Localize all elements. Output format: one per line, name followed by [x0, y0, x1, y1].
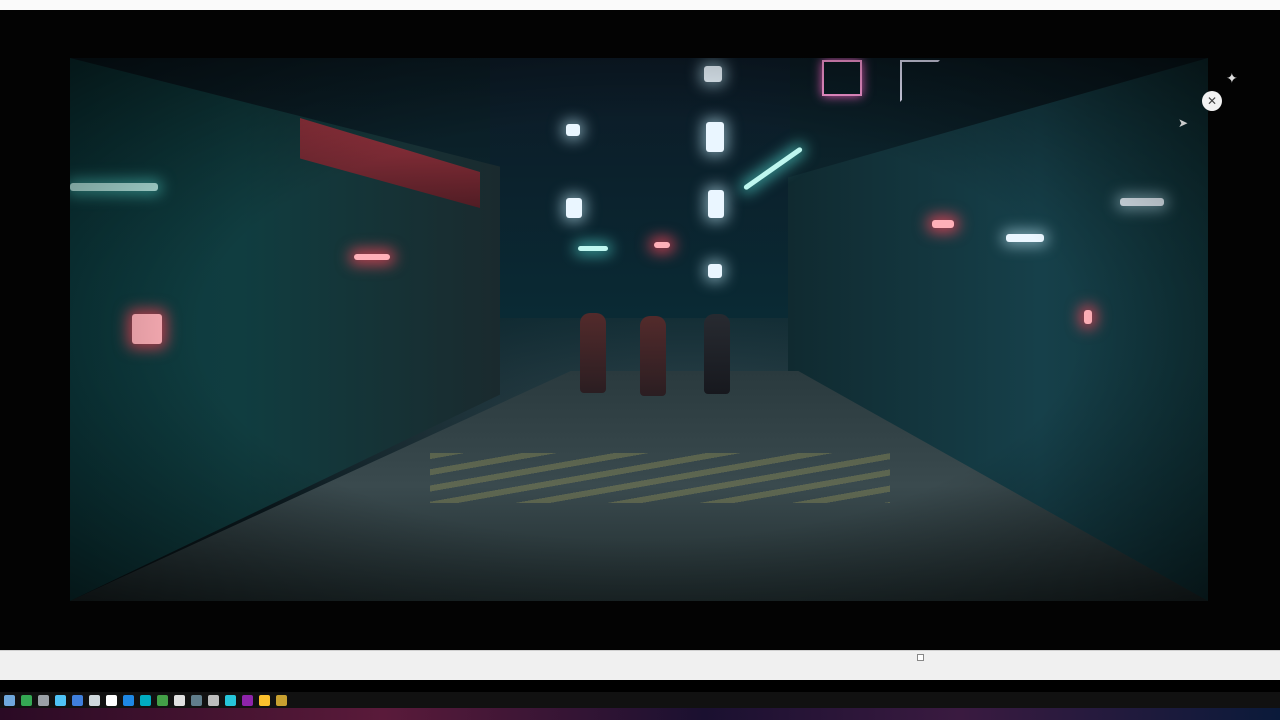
app-icon[interactable]: [140, 694, 151, 706]
app-icon[interactable]: [208, 694, 219, 706]
app-icon[interactable]: [276, 694, 287, 706]
scene-vignette: [70, 58, 1208, 601]
window-bottom-bar: [0, 650, 1280, 680]
sparkle-icon: ✦: [1226, 70, 1238, 86]
top-strip: [0, 0, 1280, 10]
edge-icon[interactable]: [55, 694, 66, 706]
mouse-cursor-icon: ➤: [1178, 116, 1189, 130]
app-icon[interactable]: [191, 694, 202, 706]
app-icon[interactable]: [106, 694, 117, 706]
app-icon[interactable]: [72, 694, 83, 706]
video-frame[interactable]: [70, 58, 1208, 601]
resize-handle[interactable]: [917, 654, 924, 661]
app-icon[interactable]: [259, 694, 270, 706]
app-icon[interactable]: [242, 694, 253, 706]
close-icon[interactable]: ✕: [1202, 91, 1222, 111]
video-stage: ✕ ✦ ➤: [0, 10, 1280, 650]
separator: [0, 680, 1280, 692]
app-icon[interactable]: [225, 694, 236, 706]
start-icon[interactable]: [4, 694, 15, 706]
app-icon[interactable]: [123, 694, 134, 706]
chrome-icon[interactable]: [21, 694, 32, 706]
taskbar: [0, 692, 1280, 708]
app-icon[interactable]: [38, 694, 49, 706]
app-icon[interactable]: [174, 694, 185, 706]
steam-icon[interactable]: [89, 694, 100, 706]
desktop-wallpaper-strip: [0, 708, 1280, 720]
app-icon[interactable]: [157, 694, 168, 706]
